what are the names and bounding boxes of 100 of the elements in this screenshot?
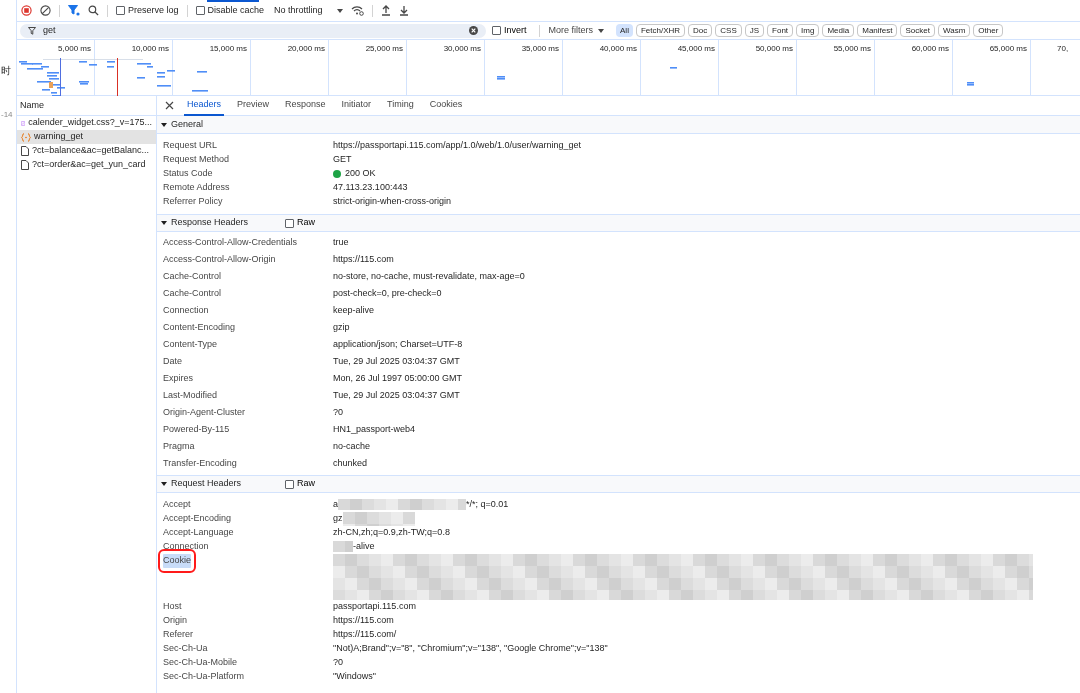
- header-name: Expires: [163, 372, 193, 385]
- clear-icon[interactable]: [40, 5, 51, 16]
- header-name: Referer: [163, 628, 193, 641]
- header-name: Origin: [163, 614, 187, 627]
- checkbox[interactable]: [116, 6, 125, 15]
- header-value: Mon, 26 Jul 1997 05:00:00 GMT: [333, 372, 463, 385]
- header-value: no-cache: [333, 440, 371, 453]
- header-value: https://115.com: [333, 253, 394, 266]
- type-filter-chip[interactable]: Other: [973, 24, 1004, 37]
- caret-icon: [161, 121, 167, 128]
- header-value: 47.113.23.100:443: [333, 181, 408, 194]
- stylesheet-icon: [21, 118, 26, 128]
- type-filter-chip[interactable]: All: [616, 24, 633, 37]
- header-name: Connection: [163, 540, 209, 553]
- type-filter-chip[interactable]: CSS: [715, 24, 742, 37]
- section-header[interactable]: Request Headers: [161, 477, 285, 491]
- detail-tab[interactable]: Response: [282, 95, 329, 116]
- detail-tab[interactable]: Timing: [384, 95, 417, 116]
- header-name: Referrer Policy: [163, 195, 223, 208]
- time-tick-label: 5,000 ms: [58, 43, 91, 53]
- upload-icon[interactable]: [380, 5, 391, 16]
- throttling-dropdown[interactable]: No throttling: [274, 3, 343, 18]
- header-value: gz: [333, 512, 343, 526]
- header-value: no-store, no-cache, must-revalidate, max-age=0: [333, 270, 525, 283]
- tab-indicator: [207, 0, 259, 2]
- header-value: application/json; Charset=UTF-8: [333, 338, 463, 351]
- caret-icon: [598, 28, 605, 33]
- header-name: Pragma: [163, 440, 195, 453]
- header-name: Access-Control-Allow-Origin: [163, 253, 276, 266]
- header-name: Host: [163, 600, 182, 613]
- header-name: Transfer-Encoding: [163, 457, 237, 470]
- column-header: Name: [20, 98, 44, 112]
- time-tick-label: 30,000 ms: [443, 43, 481, 53]
- type-filter-chip[interactable]: Img: [796, 24, 820, 37]
- caret-icon: [161, 481, 167, 487]
- more-filters-dropdown[interactable]: More filters: [545, 23, 608, 38]
- type-filter-chip[interactable]: Manifest: [857, 24, 898, 37]
- header-value: "Not)A;Brand";v="8", "Chromium";v="138", "Google Chrome";v="138": [333, 642, 608, 655]
- type-filter-chip[interactable]: Fetch/XHR: [635, 24, 686, 37]
- checkbox[interactable]: [195, 6, 205, 15]
- header-name: Content-Type: [163, 338, 218, 351]
- type-filter-chip[interactable]: Socket: [900, 24, 935, 37]
- header-name: Last-Modified: [163, 389, 218, 402]
- header-value: Tue, 29 Jul 2025 03:04:37 GMT: [333, 389, 460, 402]
- header-value: ?0: [333, 656, 343, 669]
- header-value: keep-alive: [333, 304, 375, 317]
- time-tick-label: 25,000 ms: [365, 43, 403, 53]
- time-tick-label: 20,000 ms: [287, 43, 325, 53]
- network-settings-icon[interactable]: [350, 5, 364, 16]
- header-value: Tue, 29 Jul 2025 03:04:37 GMT: [333, 355, 460, 368]
- download-icon[interactable]: [398, 5, 409, 16]
- time-tick-label: 35,000 ms: [521, 43, 559, 53]
- header-value: a: [333, 498, 338, 511]
- checkbox-label: Disable cache: [207, 3, 265, 17]
- section-header[interactable]: Response Headers: [161, 216, 285, 230]
- time-tick-label: 10,000 ms: [131, 43, 169, 53]
- header-name: Powered-By-115: [163, 423, 230, 436]
- detail-tab[interactable]: Cookies: [426, 95, 466, 116]
- checkbox[interactable]: [285, 218, 294, 228]
- cut-label: 时: [1, 64, 12, 78]
- filter-icon[interactable]: [68, 5, 80, 16]
- header-value: 200 OK: [345, 167, 376, 180]
- header-value: */*; q=0.01: [466, 498, 509, 511]
- time-tick-label: 55,000 ms: [833, 43, 871, 53]
- record-icon[interactable]: [21, 5, 32, 16]
- header-name: Remote Address: [163, 181, 230, 194]
- checkbox[interactable]: [492, 26, 501, 35]
- header-value: https://passportapi.115.com/app/1.0/web/1.0/user/warning_get: [333, 139, 581, 152]
- detail-tab[interactable]: Initiator: [338, 95, 375, 116]
- type-filter-chip[interactable]: Wasm: [937, 24, 971, 37]
- request-row[interactable]: calender_widget.css?_v=175...: [17, 116, 156, 130]
- time-tick-label: 15,000 ms: [209, 43, 247, 53]
- header-name: Accept: [163, 498, 191, 511]
- header-value: true: [333, 236, 349, 249]
- braces-icon: [21, 132, 31, 142]
- checkbox-label: Invert: [504, 23, 527, 37]
- search-icon[interactable]: [88, 5, 99, 16]
- header-value: https://115.com: [333, 614, 394, 627]
- type-filter-chip[interactable]: JS: [744, 24, 765, 37]
- clear-icon[interactable]: [469, 26, 478, 35]
- time-tick-label: 60,000 ms: [911, 43, 949, 53]
- request-row[interactable]: ?ct=balance&ac=getBalanc...: [17, 144, 156, 158]
- header-name: Sec-Ch-Ua-Platform: [163, 670, 245, 683]
- header-name: Status Code: [163, 168, 213, 178]
- request-row[interactable]: warning_get: [17, 130, 156, 144]
- request-row[interactable]: ?ct=order&ac=get_yun_card: [17, 158, 156, 172]
- detail-tab[interactable]: Preview: [234, 95, 273, 116]
- close-icon[interactable]: [165, 101, 174, 110]
- type-filter-chip[interactable]: Media: [822, 24, 855, 37]
- header-name: Access-Control-Allow-Credentials: [163, 236, 298, 249]
- header-value: zh-CN,zh;q=0.9,zh-TW;q=0.8: [333, 526, 450, 539]
- header-name: Request URL: [163, 139, 218, 152]
- checkbox[interactable]: [285, 479, 294, 489]
- time-tick-label: 50,000 ms: [755, 43, 793, 53]
- time-tick-label: 45,000 ms: [677, 43, 715, 53]
- type-filter-chip[interactable]: Font: [767, 24, 794, 37]
- section-header[interactable]: General: [161, 117, 285, 132]
- header-name: Origin-Agent-Cluster: [163, 406, 246, 419]
- caret-icon: [336, 8, 343, 13]
- type-filter-chip[interactable]: Doc: [688, 24, 713, 37]
